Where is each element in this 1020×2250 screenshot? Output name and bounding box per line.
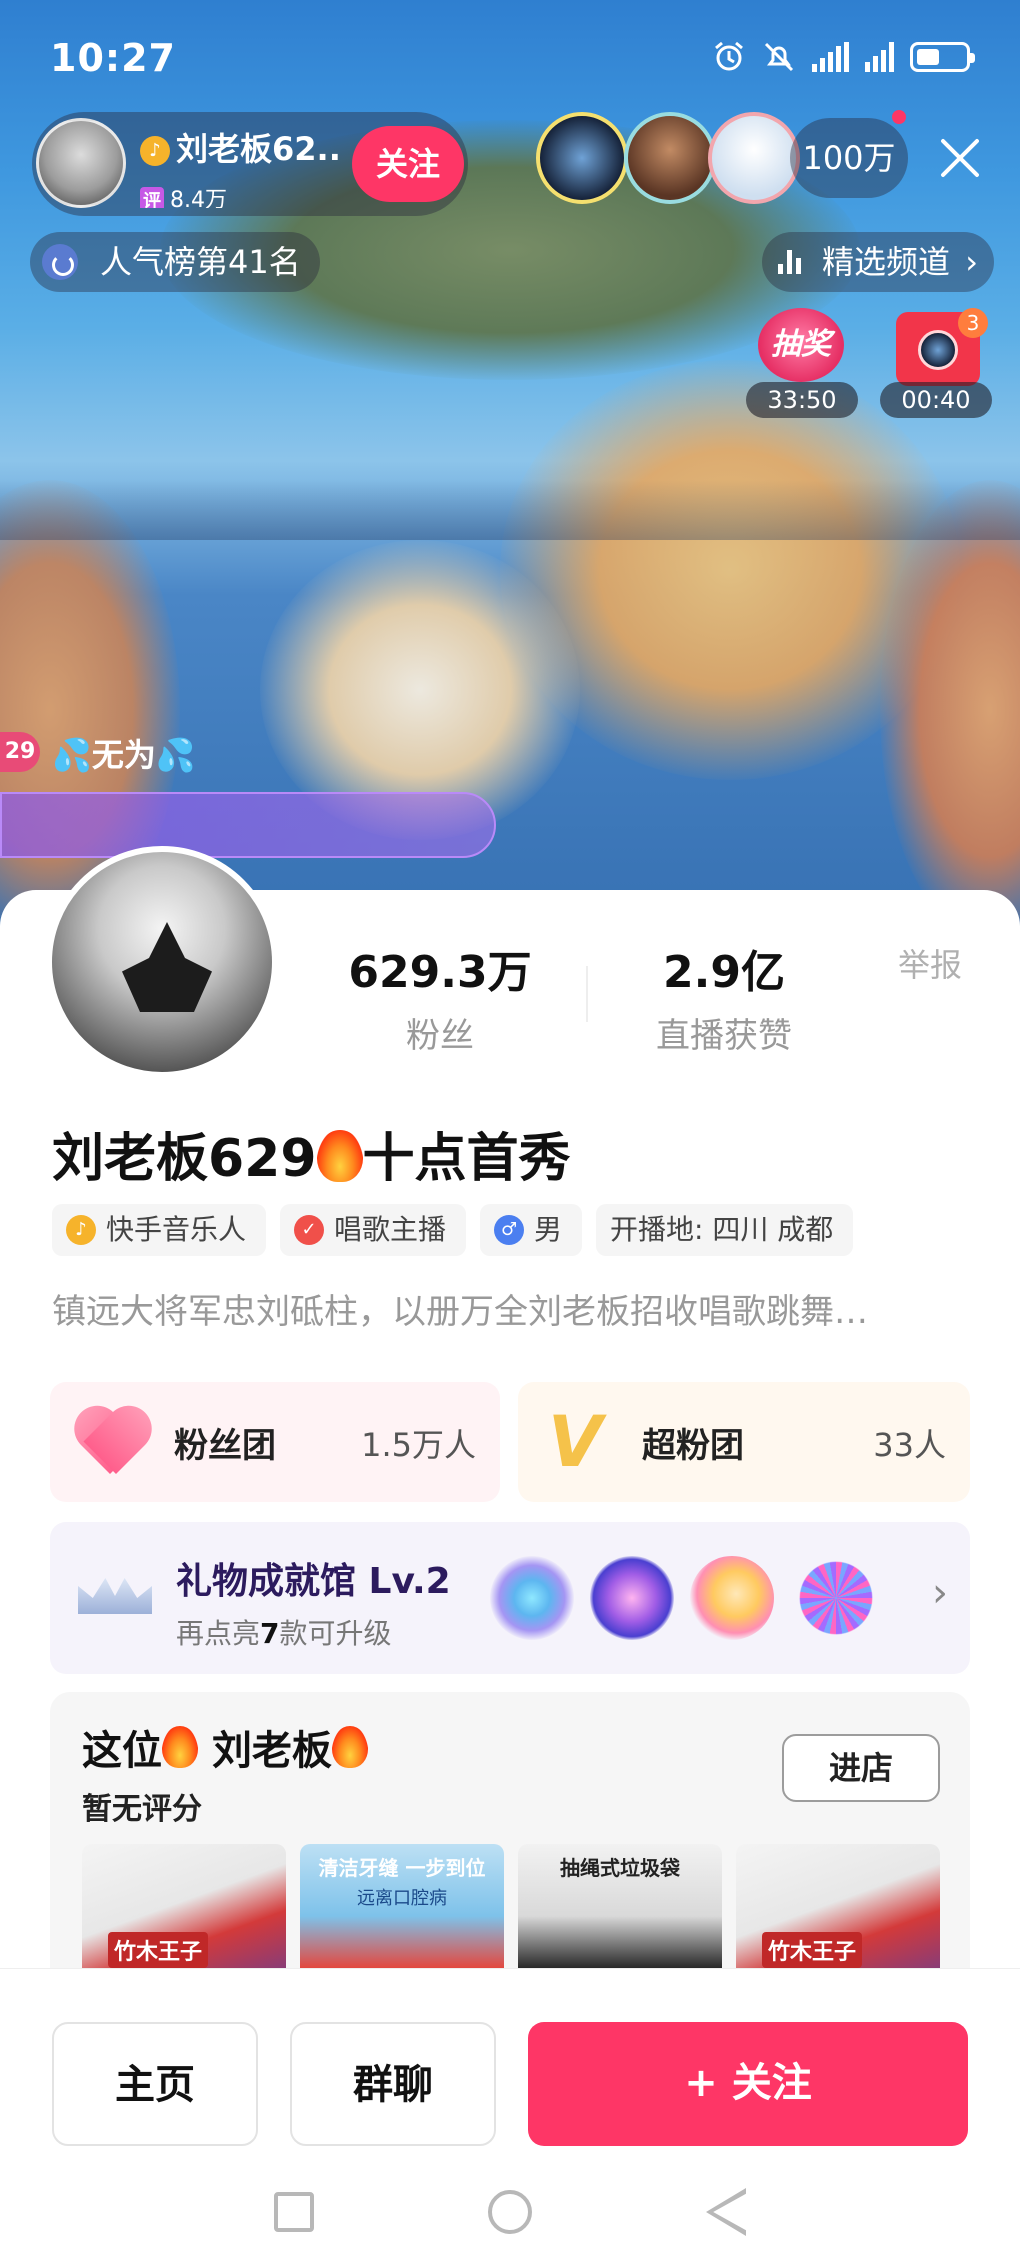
- mute-bell-icon: [762, 40, 796, 74]
- heart-icon: [70, 1410, 154, 1476]
- alarm-icon: [712, 40, 746, 74]
- chat-highlight-bar: [0, 792, 496, 858]
- chat-user-name: 💦无为💦: [52, 736, 196, 774]
- enter-shop-button[interactable]: 进店: [782, 1734, 940, 1802]
- super-fan-label: 超粉团: [642, 1426, 744, 1466]
- fire-icon: [162, 1726, 198, 1768]
- tag-musician[interactable]: ♪ 快手音乐人: [52, 1204, 267, 1256]
- gift-firework-icon: [794, 1556, 878, 1640]
- status-bar: 10:27: [0, 0, 1020, 118]
- fan-group-count: 1.5万人: [361, 1426, 476, 1464]
- fans-label: 粉丝: [406, 1016, 474, 1056]
- crown-icon: [78, 1574, 152, 1624]
- battery-icon: [910, 42, 975, 72]
- signal-icon: [865, 42, 894, 72]
- fire-icon: [331, 1726, 368, 1768]
- host-avatar[interactable]: [36, 118, 126, 208]
- gift-hall-subtitle: 再点亮7款可升级: [176, 1617, 392, 1650]
- status-time: 10:27: [50, 36, 176, 80]
- profile-avatar[interactable]: [46, 846, 278, 1078]
- super-fan-v-icon: V: [548, 1401, 603, 1483]
- home-icon[interactable]: [488, 2190, 532, 2234]
- profile-bio[interactable]: 镇远大将军忠刘砥柱，以册万全刘老板招收唱歌跳舞…: [52, 1284, 952, 1333]
- product-thumbnail[interactable]: 抽绳式垃圾袋: [518, 1844, 722, 1982]
- music-icon: ♪: [66, 1215, 96, 1245]
- male-icon: ♂: [494, 1215, 525, 1245]
- stat-divider: [586, 966, 588, 1022]
- popularity-rank[interactable]: 人气榜第41名: [30, 232, 320, 292]
- scene-shade: [0, 480, 1020, 540]
- back-icon[interactable]: [706, 2188, 746, 2236]
- viewer-avatar[interactable]: [624, 112, 716, 204]
- report-link[interactable]: 举报: [898, 940, 962, 986]
- viewer-avatar[interactable]: [708, 112, 800, 204]
- super-fan-count: 33人: [873, 1426, 946, 1464]
- likes-value: 2.9亿: [663, 947, 785, 998]
- notification-dot: [892, 110, 906, 124]
- chevron-right-icon: ›: [932, 1570, 948, 1616]
- likes-stat: 2.9亿 直播获赞: [614, 936, 834, 1057]
- shop-title: 这位 刘老板: [82, 1718, 368, 1776]
- tag-location: 开播地: 四川 成都: [596, 1204, 854, 1256]
- host-sub-stat: 评 8.4万: [140, 182, 227, 208]
- bar-chart-icon: [778, 250, 801, 274]
- host-name[interactable]: ♪ 刘老板62...: [140, 124, 340, 170]
- gift-crystal-icon: [490, 1556, 574, 1640]
- viewer-avatar[interactable]: [536, 112, 628, 204]
- status-icons: [712, 40, 975, 74]
- profile-tags: ♪ 快手音乐人 ✓ 唱歌主播 ♂ 男 开播地: 四川 成都: [52, 1204, 854, 1256]
- rank-icon: [42, 244, 78, 280]
- fire-icon: [316, 1130, 363, 1182]
- product-thumbnail[interactable]: 竹木王子: [736, 1844, 940, 1982]
- verified-icon: ✓: [294, 1215, 325, 1245]
- lottery-timer: 33:50: [746, 382, 858, 418]
- product-thumbnail[interactable]: 竹木王子: [82, 1844, 286, 1982]
- red-packet-count: 3: [958, 308, 988, 338]
- home-button[interactable]: 主页: [52, 2022, 258, 2146]
- shop-rating: 暂无评分: [82, 1792, 202, 1827]
- likes-label: 直播获赞: [656, 1016, 792, 1056]
- shop-card[interactable]: 这位 刘老板 暂无评分 进店 竹木王子 清洁牙缝 一步到位 远离口腔病 抽绳式垃…: [50, 1692, 970, 1982]
- gift-hall-title: 礼物成就馆 Lv.2: [176, 1561, 451, 1602]
- signal-icon: [812, 42, 849, 72]
- product-thumbnail[interactable]: 清洁牙缝 一步到位 远离口腔病: [300, 1844, 504, 1982]
- lottery-icon: 抽奖: [758, 308, 844, 382]
- fan-group-card[interactable]: 粉丝团 1.5万人: [50, 1382, 500, 1502]
- gift-achievement-card[interactable]: 礼物成就馆 Lv.2 再点亮7款可升级 ›: [50, 1522, 970, 1674]
- follow-button[interactable]: + 关注: [528, 2022, 968, 2146]
- profile-title: 刘老板629 十点首秀: [52, 1129, 571, 1189]
- featured-channel[interactable]: 精选频道 ›: [762, 232, 994, 292]
- chevron-right-icon: ›: [965, 243, 978, 281]
- fans-stat[interactable]: 629.3万 粉丝: [330, 936, 550, 1057]
- system-nav-bar: [0, 2140, 1020, 2250]
- follow-button-top[interactable]: 关注: [352, 126, 464, 202]
- red-packet-timer: 00:40: [880, 382, 992, 418]
- viewer-count[interactable]: 100万: [790, 118, 908, 198]
- fan-group-label: 粉丝团: [174, 1426, 276, 1466]
- music-badge-icon: ♪: [140, 136, 170, 166]
- fans-value: 629.3万: [348, 947, 532, 998]
- tag-singer[interactable]: ✓ 唱歌主播: [280, 1204, 467, 1256]
- tag-gender: ♂ 男: [480, 1204, 583, 1256]
- recent-apps-icon[interactable]: [274, 2192, 314, 2232]
- lottery-widget[interactable]: 抽奖 33:50: [746, 308, 858, 418]
- user-level-badge: 29: [0, 732, 40, 772]
- channel-label: 精选频道: [822, 243, 951, 281]
- close-icon[interactable]: [930, 128, 990, 188]
- super-fan-card[interactable]: V 超粉团 33人: [518, 1382, 970, 1502]
- group-chat-button[interactable]: 群聊: [290, 2022, 496, 2146]
- gift-girl-icon: [690, 1556, 774, 1640]
- gift-galaxy-icon: [590, 1556, 674, 1640]
- rank-label: 人气榜第41名: [100, 243, 301, 281]
- red-packet-widget[interactable]: 3 00:40: [880, 308, 992, 418]
